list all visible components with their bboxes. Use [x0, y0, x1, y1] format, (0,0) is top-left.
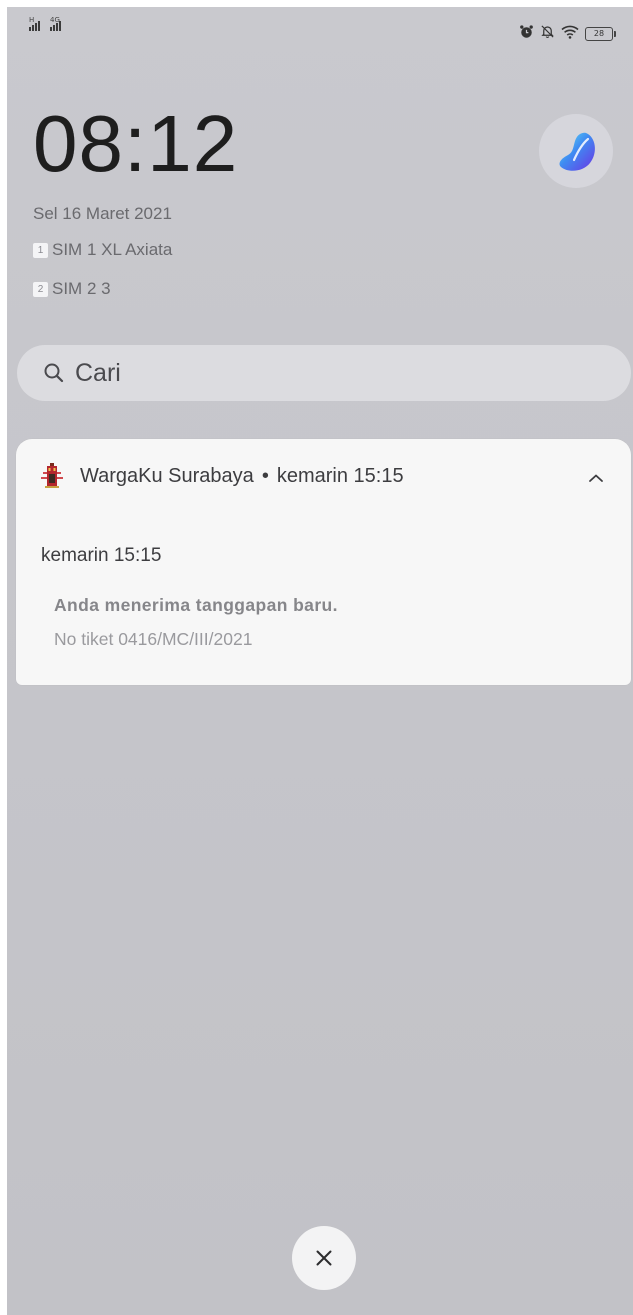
notification-header: WargaKu Surabaya • kemarin 15:15	[38, 457, 609, 495]
notification-subtime: kemarin 15:15	[41, 545, 162, 566]
notification-title: Anda menerima tanggapan baru.	[54, 595, 338, 615]
search-icon	[43, 362, 65, 384]
sim2-network-tag: 4G	[50, 16, 60, 24]
clear-notifications-button[interactable]	[292, 1226, 356, 1290]
lock-screen-background: H 4G 28 08:12 Sel 16 Maret 2021 1 SIM 1 …	[7, 7, 633, 1315]
notification-separator: •	[261, 464, 269, 487]
search-bar[interactable]: Cari	[17, 345, 631, 401]
sim1-label: SIM 1 XL Axiata	[52, 240, 173, 259]
sim2-slot-badge: 2	[33, 281, 48, 297]
wargaku-app-icon	[38, 462, 66, 490]
wifi-icon	[561, 25, 579, 44]
collapse-notification-button[interactable]	[581, 463, 611, 493]
notification-card[interactable]: WargaKu Surabaya • kemarin 15:15 kemarin…	[16, 439, 631, 685]
chevron-up-icon	[589, 474, 603, 482]
alarm-icon	[519, 24, 534, 44]
search-placeholder: Cari	[75, 358, 121, 387]
bell-off-icon	[540, 24, 555, 44]
status-icons: 28	[519, 24, 616, 44]
assistant-orb-button[interactable]	[539, 114, 613, 188]
sim1-network-tag: H	[29, 16, 35, 24]
notification-header-time: kemarin 15:15	[276, 464, 404, 487]
sim2-signal-icon: 4G	[50, 17, 61, 31]
lock-date: Sel 16 Maret 2021	[33, 204, 172, 223]
status-bar: H 4G 28	[7, 7, 633, 47]
notification-app-name: WargaKu Surabaya	[80, 464, 254, 487]
sim1-info: 1 SIM 1 XL Axiata	[33, 240, 172, 260]
sim1-signal-icon: H	[29, 17, 40, 31]
notification-body: No tiket 0416/MC/III/2021	[54, 629, 253, 649]
battery-icon: 28	[585, 27, 616, 41]
sim2-label: SIM 2 3	[52, 279, 111, 298]
close-icon	[316, 1250, 332, 1266]
sim1-slot-badge: 1	[33, 242, 48, 258]
sim2-info: 2 SIM 2 3	[33, 279, 111, 299]
assistant-orb-icon	[559, 132, 595, 171]
lock-clock: 08:12	[33, 99, 239, 188]
